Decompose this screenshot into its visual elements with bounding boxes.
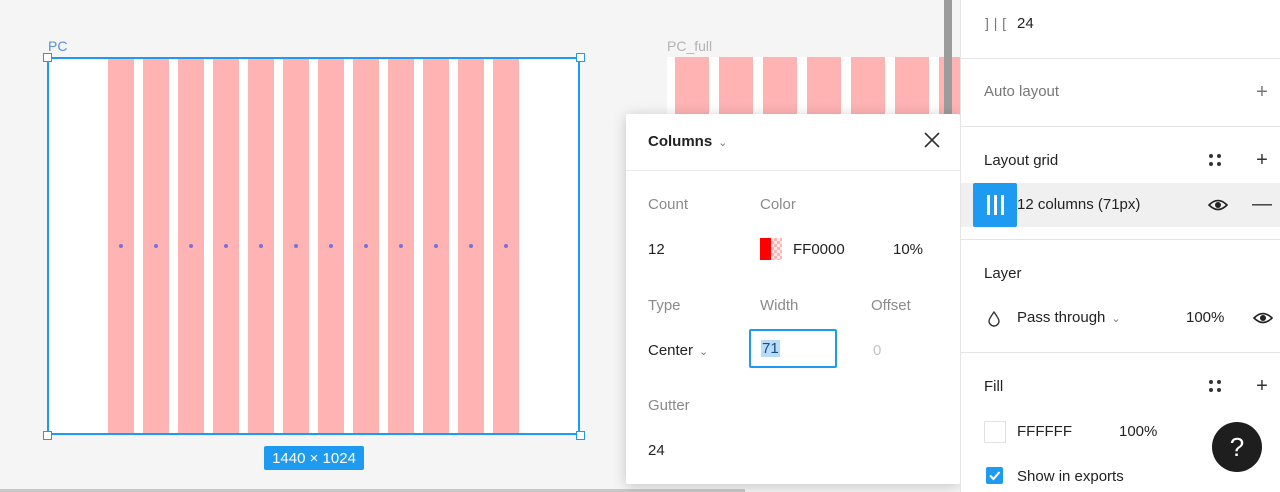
plus-icon: + — [1256, 374, 1268, 397]
offset-input[interactable]: 0 — [873, 342, 881, 359]
chevron-down-icon: ⌄ — [718, 137, 728, 149]
grid-column-center-marker — [154, 244, 158, 248]
frame-size-badge: 1440 × 1024 — [264, 446, 364, 470]
resize-handle-top-right[interactable] — [576, 53, 585, 62]
layout-grid-item[interactable]: 12 columns (71px) — — [961, 183, 1280, 227]
spacing-icon: ] | [ — [985, 15, 1008, 31]
properties-panel: ] | [ 24 Auto layout + Layout grid + 12 … — [960, 0, 1280, 492]
remove-layout-grid-button[interactable]: — — [1251, 193, 1273, 215]
grid-column-center-marker — [434, 244, 438, 248]
grid-styles-icon[interactable] — [1208, 153, 1222, 167]
grid-column-center-marker — [189, 244, 193, 248]
canvas-scrollbar[interactable] — [944, 0, 952, 120]
show-in-exports-label: Show in exports — [1017, 468, 1124, 485]
color-label: Color — [760, 196, 796, 213]
chevron-down-icon: ⌄ — [1111, 313, 1121, 325]
resize-handle-bottom-left[interactable] — [43, 431, 52, 440]
add-fill-button[interactable]: + — [1251, 375, 1273, 397]
type-value: Center — [648, 342, 694, 359]
spacing-input[interactable]: 24 — [1017, 15, 1034, 32]
fill-color-swatch[interactable] — [984, 421, 1006, 443]
count-input[interactable]: 12 — [648, 241, 665, 258]
blend-mode-value: Pass through — [1017, 309, 1106, 326]
grid-column-center-marker — [469, 244, 473, 248]
layout-grid-popover: Columns ⌄ Count Color 12 FF0000 10% Type … — [626, 114, 960, 484]
gutter-input[interactable]: 24 — [648, 442, 665, 459]
width-input[interactable]: 71 — [749, 329, 837, 368]
layout-grid-item-label: 12 columns (71px) — [1017, 196, 1141, 213]
grid-column-center-marker — [504, 244, 508, 248]
grid-column-center-marker — [399, 244, 403, 248]
close-icon[interactable] — [922, 130, 942, 150]
add-layout-grid-button[interactable]: + — [1251, 149, 1273, 171]
layer-opacity-input[interactable]: 100% — [1186, 309, 1224, 326]
frame-label-pc-full[interactable]: PC_full — [667, 38, 712, 54]
fill-hex-input[interactable]: FFFFFF — [1017, 423, 1072, 440]
help-button[interactable]: ? — [1212, 422, 1262, 472]
count-label: Count — [648, 196, 689, 213]
grid-type-dropdown[interactable]: Columns ⌄ — [648, 133, 727, 150]
plus-icon: + — [1256, 148, 1268, 171]
gutter-label: Gutter — [648, 397, 690, 414]
fill-opacity-input[interactable]: 100% — [1119, 423, 1157, 440]
width-label: Width — [760, 297, 799, 314]
plus-icon: + — [1256, 80, 1268, 103]
resize-handle-top-left[interactable] — [43, 53, 52, 62]
eye-icon[interactable] — [1253, 311, 1273, 325]
layer-title: Layer — [984, 265, 1022, 282]
fill-title: Fill — [984, 378, 1004, 395]
blend-mode-dropdown[interactable]: Pass through ⌄ — [1017, 309, 1121, 326]
minus-icon: — — [1252, 192, 1272, 215]
drop-icon — [988, 311, 1000, 327]
eye-icon[interactable] — [1208, 198, 1228, 212]
type-dropdown[interactable]: Center ⌄ — [648, 342, 708, 359]
add-auto-layout-button[interactable]: + — [1251, 81, 1273, 103]
auto-layout-label: Auto layout — [984, 83, 1060, 100]
frame-label-pc[interactable]: PC — [48, 38, 67, 54]
help-icon: ? — [1229, 431, 1245, 462]
columns-grid-icon[interactable] — [973, 183, 1017, 227]
color-swatch[interactable] — [760, 238, 782, 260]
type-label: Type — [648, 297, 681, 314]
show-in-exports-checkbox[interactable] — [986, 467, 1003, 484]
grid-column-center-marker — [329, 244, 333, 248]
width-value: 71 — [761, 340, 780, 357]
fill-styles-icon[interactable] — [1208, 379, 1222, 393]
grid-column-center-marker — [364, 244, 368, 248]
color-opacity-input[interactable]: 10% — [893, 241, 923, 258]
grid-column-center-marker — [259, 244, 263, 248]
chevron-down-icon: ⌄ — [699, 346, 709, 358]
frame-pc[interactable] — [47, 57, 580, 435]
grid-type-label: Columns — [648, 133, 713, 150]
grid-column-center-marker — [119, 244, 123, 248]
grid-column-center-marker — [294, 244, 298, 248]
offset-label: Offset — [871, 297, 911, 314]
layout-grid-title: Layout grid — [984, 152, 1059, 169]
grid-column-center-marker — [224, 244, 228, 248]
resize-handle-bottom-right[interactable] — [576, 431, 585, 440]
color-hex-input[interactable]: FF0000 — [793, 241, 845, 258]
popover-header: Columns ⌄ — [626, 114, 960, 171]
